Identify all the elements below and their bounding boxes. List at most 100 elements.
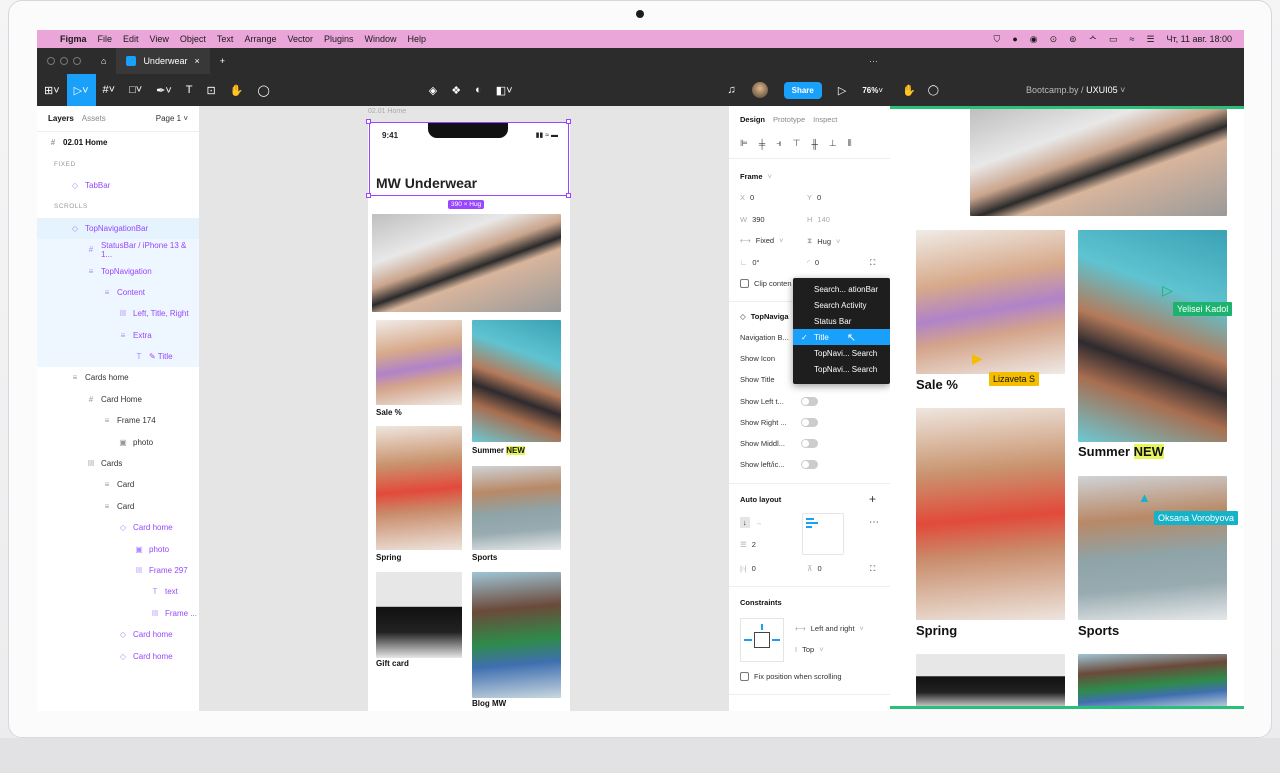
top-constraint[interactable] [761, 624, 763, 630]
menu-arrange[interactable]: Arrange [244, 34, 276, 44]
resize-handle[interactable] [366, 193, 371, 198]
card-photo-summer[interactable] [472, 320, 561, 442]
card-photo-spring[interactable] [376, 426, 462, 550]
new-tab-button[interactable]: + [210, 48, 235, 74]
prototype-title[interactable]: Bootcamp.by / UXUI05 ˅ [1026, 85, 1125, 95]
width-mode-select[interactable]: ⟷ Fixed ˅ [740, 236, 784, 245]
dropdown-option[interactable]: TopNavi... Search [793, 345, 890, 361]
prop-toggle[interactable] [801, 460, 818, 470]
mask-button[interactable]: ◐ [468, 74, 489, 106]
layer-row[interactable]: # StatusBar / iPhone 13 & 1... [37, 238, 199, 261]
layer-row[interactable]: ≡ Card [37, 474, 199, 495]
selection-box[interactable] [369, 122, 569, 196]
layer-row[interactable]: ≡ Content [37, 281, 199, 304]
close-window-icon[interactable] [47, 57, 55, 65]
resize-handle[interactable] [366, 119, 371, 124]
zoom-control[interactable]: 76% ˅ [855, 74, 890, 106]
vertical-direction-icon[interactable]: ↓ [740, 517, 750, 528]
align-center-h-icon[interactable]: ╪ [759, 139, 765, 149]
prop-toggle[interactable] [801, 417, 818, 427]
menu-app-name[interactable]: Figma [60, 34, 87, 44]
align-right-icon[interactable]: ⫣ [776, 138, 781, 149]
card-photo-blog[interactable] [472, 572, 561, 698]
clip-checkbox[interactable] [740, 279, 749, 288]
prop-toggle[interactable] [801, 439, 818, 448]
resize-handle[interactable] [566, 119, 571, 124]
frame-label[interactable]: 02.01 Home [368, 108, 406, 115]
layer-row[interactable]: ≡ Frame 174 [37, 410, 199, 431]
move-tool-button[interactable]: ▷˅ [66, 74, 96, 106]
text-tool-button[interactable]: T [179, 74, 200, 106]
layer-row[interactable]: ◇ TopNavigationBar [37, 217, 199, 239]
tab-layers[interactable]: Layers [48, 114, 74, 123]
left-constraint[interactable] [744, 639, 752, 641]
component-button[interactable]: ❖ [444, 74, 468, 106]
proto-caption-sale[interactable]: Sale % [916, 377, 958, 392]
layer-row[interactable]: ◇ TabBar [37, 175, 199, 196]
telegram-icon[interactable]: ● [1012, 34, 1017, 44]
dropdown-option[interactable]: Search Activity [793, 297, 890, 313]
distribute-icon[interactable]: ⦀ [848, 138, 852, 149]
proto-caption-sports[interactable]: Sports [1078, 623, 1119, 638]
layer-row[interactable]: #02.01 Home [37, 132, 199, 153]
proto-card-photo-summer[interactable] [1078, 230, 1227, 442]
prop-toggle[interactable] [801, 396, 818, 406]
close-tab-icon[interactable]: × [194, 56, 199, 66]
minimize-window-icon[interactable] [60, 57, 68, 65]
align-middle-icon[interactable]: ╫ [811, 139, 817, 149]
card-caption-blog[interactable]: Blog MW [472, 699, 506, 708]
layer-row[interactable]: ◇ Card home [37, 624, 199, 645]
align-top-icon[interactable]: ⊤ [793, 138, 801, 149]
hero-photo[interactable] [372, 214, 561, 312]
audio-button[interactable]: ♫ [720, 74, 742, 106]
menu-edit[interactable]: Edit [123, 34, 139, 44]
main-menu-button[interactable]: ⊞˅ [37, 74, 67, 106]
proto-card-photo-sports[interactable] [1078, 476, 1227, 620]
layer-row[interactable]: ≡ Cards home [37, 367, 199, 388]
hand-icon[interactable]: ✋ [902, 84, 916, 97]
more-options-icon[interactable]: ⋯ [869, 517, 879, 528]
dropdown-option-selected[interactable]: ✓ Title ↖ [793, 329, 890, 345]
card-photo-sale[interactable] [376, 320, 462, 405]
comment-tool-button[interactable]: ◯ [250, 74, 276, 106]
layer-row[interactable]: ǀǀǀ Left, Title, Right [37, 303, 199, 325]
layer-row[interactable]: ǀǀǀ Frame ... [37, 603, 199, 624]
card-photo-sports[interactable] [472, 466, 561, 550]
tab-assets[interactable]: Assets [82, 114, 106, 123]
add-auto-layout-icon[interactable]: + [869, 492, 876, 506]
phone-frame[interactable]: 9:41 ▮▮ ≈ ▬ MW Underwear Sale % Summer N… [368, 122, 570, 711]
clip-content-toggle[interactable]: Clip conten [740, 279, 792, 288]
card-caption-spring[interactable]: Spring [376, 553, 401, 562]
dropdown-option[interactable]: Search... ationBar [793, 281, 890, 297]
boolean-button[interactable]: ◧˅ [489, 74, 520, 106]
constraints-widget[interactable] [740, 618, 784, 662]
menu-object[interactable]: Object [180, 34, 206, 44]
share-button[interactable]: Share [783, 81, 822, 99]
menu-file[interactable]: File [98, 34, 113, 44]
more-menu-icon[interactable]: ··· [869, 56, 878, 66]
card-caption-sports[interactable]: Sports [472, 553, 497, 562]
canvas[interactable]: 02.01 Home 9:41 ▮▮ ≈ ▬ MW Underwear Sale… [200, 106, 728, 711]
spacing-field[interactable]: ☰ 2 [740, 540, 756, 549]
comment-icon[interactable]: ◯ [928, 85, 939, 96]
resources-button[interactable]: ⊡ [200, 74, 223, 106]
user-avatar-button[interactable] [745, 74, 775, 106]
play-icon[interactable]: ⊙ [1050, 34, 1058, 45]
proto-card-photo-spring[interactable] [916, 408, 1065, 620]
home-tab[interactable]: ⌂ [91, 48, 116, 74]
maximize-window-icon[interactable] [73, 57, 81, 65]
shape-tool-button[interactable]: □˅ [122, 74, 149, 106]
independent-corners-icon[interactable]: ⛶ [870, 258, 875, 268]
layer-row[interactable]: ◇ Card home [37, 645, 199, 666]
layer-row[interactable]: ◇ Card home [37, 517, 199, 538]
frame-section-title[interactable]: Frame ˅ [740, 172, 772, 181]
dropdown-option[interactable]: Status Bar [793, 313, 890, 329]
battery-icon[interactable]: ▭ [1109, 34, 1118, 45]
card-photo-gift[interactable] [376, 572, 462, 658]
right-constraint[interactable] [772, 639, 780, 641]
layer-row[interactable]: ≡ Extra [37, 324, 199, 346]
menu-help[interactable]: Help [408, 34, 427, 44]
tool-icon[interactable]: ᄉ [1089, 33, 1097, 46]
menu-vector[interactable]: Vector [287, 34, 313, 44]
horizontal-constraint-select[interactable]: ⟷ Left and right ˅ [795, 624, 864, 633]
